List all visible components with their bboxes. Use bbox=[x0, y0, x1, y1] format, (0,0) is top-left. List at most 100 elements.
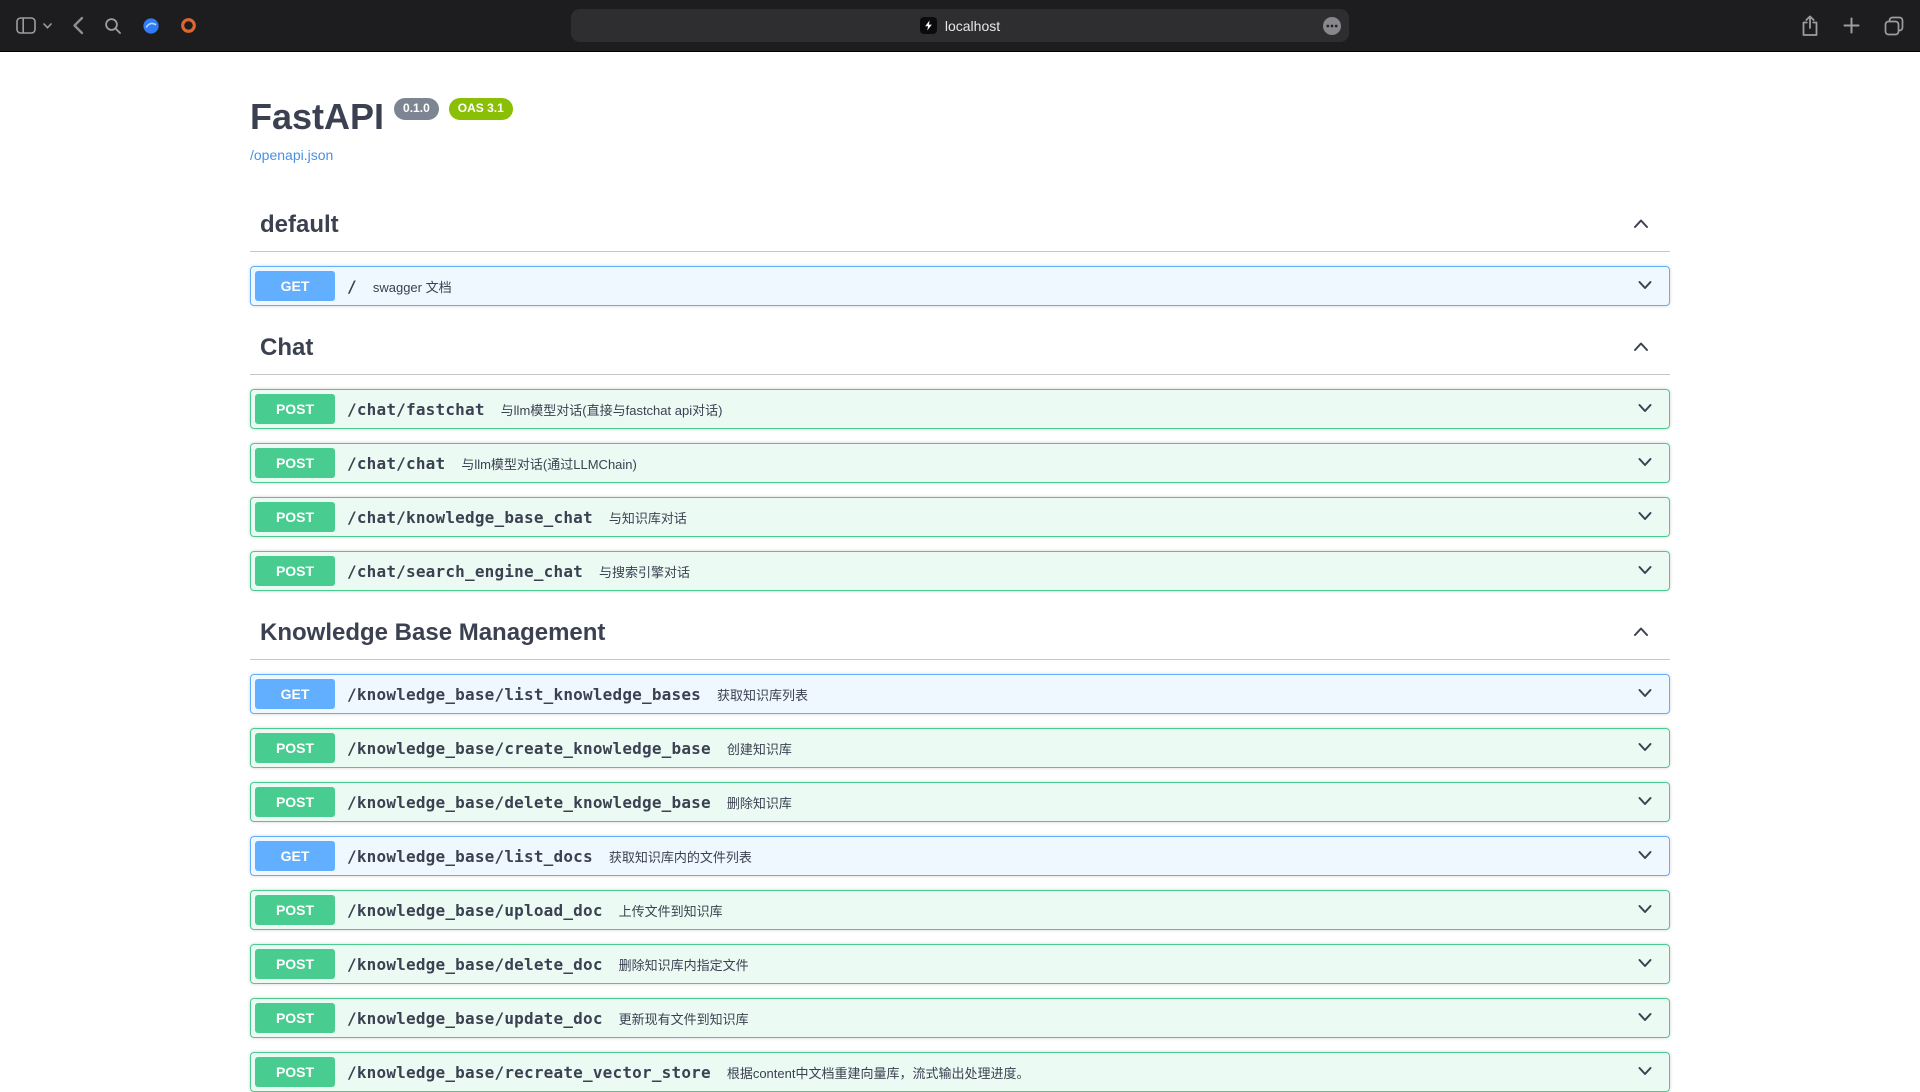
section-title: default bbox=[260, 211, 339, 239]
endpoint-row[interactable]: POST /chat/knowledge_base_chat 与知识库对话 bbox=[250, 497, 1670, 537]
expand-endpoint-button[interactable] bbox=[1635, 953, 1655, 976]
extension-blue-icon[interactable] bbox=[142, 17, 160, 35]
endpoint-row[interactable]: POST /chat/search_engine_chat 与搜索引擎对话 bbox=[250, 551, 1670, 591]
section-rows: GET /knowledge_base/list_knowledge_bases… bbox=[250, 660, 1670, 1092]
endpoint-description: 与llm模型对话(直接与fastchat api对话) bbox=[501, 400, 723, 419]
endpoint-row[interactable]: POST /knowledge_base/delete_knowledge_ba… bbox=[250, 782, 1670, 822]
method-badge: POST bbox=[255, 895, 335, 925]
section-rows: POST /chat/fastchat 与llm模型对话(直接与fastchat… bbox=[250, 375, 1670, 591]
expand-endpoint-button[interactable] bbox=[1635, 1061, 1655, 1084]
api-section: Chat POST /chat/fastchat 与llm模型对话(直接与fas… bbox=[250, 322, 1670, 591]
toolbar-chevron-down-icon[interactable] bbox=[43, 23, 52, 29]
method-badge: POST bbox=[255, 949, 335, 979]
chevron-down-icon bbox=[1635, 1061, 1655, 1084]
expand-endpoint-button[interactable] bbox=[1635, 398, 1655, 421]
endpoint-row[interactable]: POST /knowledge_base/delete_doc 删除知识库内指定… bbox=[250, 944, 1670, 984]
expand-endpoint-button[interactable] bbox=[1635, 506, 1655, 529]
method-badge: POST bbox=[255, 502, 335, 532]
expand-endpoint-button[interactable] bbox=[1635, 845, 1655, 868]
endpoint-path: /knowledge_base/list_knowledge_bases bbox=[347, 685, 701, 704]
endpoint-path: /knowledge_base/create_knowledge_base bbox=[347, 739, 711, 758]
page-title: FastAPI 0.1.0 OAS 3.1 bbox=[250, 96, 1670, 137]
endpoint-row[interactable]: GET / swagger 文档 bbox=[250, 266, 1670, 306]
version-badge: 0.1.0 bbox=[394, 98, 439, 120]
expand-endpoint-button[interactable] bbox=[1635, 452, 1655, 475]
extension-orange-icon[interactable] bbox=[180, 17, 197, 34]
sidebar-toggle-icon[interactable] bbox=[16, 17, 36, 34]
page-settings-ellipsis-icon[interactable] bbox=[1322, 16, 1342, 36]
api-info: FastAPI 0.1.0 OAS 3.1 /openapi.json bbox=[250, 52, 1670, 183]
oas-badge: OAS 3.1 bbox=[449, 98, 513, 120]
endpoint-path: /chat/knowledge_base_chat bbox=[347, 508, 593, 527]
expand-endpoint-button[interactable] bbox=[1635, 683, 1655, 706]
endpoint-description: 更新现有文件到知识库 bbox=[619, 1009, 749, 1028]
chevron-down-icon bbox=[1635, 398, 1655, 421]
collapse-section-button[interactable] bbox=[1630, 213, 1652, 238]
chevron-up-icon bbox=[1630, 213, 1652, 238]
endpoint-row[interactable]: POST /knowledge_base/upload_doc 上传文件到知识库 bbox=[250, 890, 1670, 930]
chevron-down-icon bbox=[1635, 560, 1655, 583]
method-badge: GET bbox=[255, 271, 335, 301]
chevron-down-icon bbox=[1635, 452, 1655, 475]
endpoint-path: /chat/fastchat bbox=[347, 400, 485, 419]
chevron-down-icon bbox=[1635, 791, 1655, 814]
openapi-spec-link[interactable]: /openapi.json bbox=[250, 147, 333, 163]
chevron-down-icon bbox=[1635, 683, 1655, 706]
endpoint-description: 与搜索引擎对话 bbox=[599, 562, 690, 581]
site-favicon bbox=[920, 17, 937, 34]
api-sections: default GET / swagger 文档 Chat bbox=[250, 199, 1670, 1092]
endpoint-row[interactable]: POST /knowledge_base/create_knowledge_ba… bbox=[250, 728, 1670, 768]
section-rows: GET / swagger 文档 bbox=[250, 252, 1670, 306]
method-badge: POST bbox=[255, 394, 335, 424]
expand-endpoint-button[interactable] bbox=[1635, 737, 1655, 760]
method-badge: POST bbox=[255, 1003, 335, 1033]
expand-endpoint-button[interactable] bbox=[1635, 899, 1655, 922]
section-title: Chat bbox=[260, 334, 313, 362]
endpoint-path: /knowledge_base/delete_doc bbox=[347, 955, 603, 974]
method-badge: POST bbox=[255, 1057, 335, 1087]
api-section: default GET / swagger 文档 bbox=[250, 199, 1670, 306]
expand-endpoint-button[interactable] bbox=[1635, 560, 1655, 583]
swagger-page: FastAPI 0.1.0 OAS 3.1 /openapi.json defa… bbox=[230, 52, 1690, 1092]
method-badge: POST bbox=[255, 556, 335, 586]
endpoint-row[interactable]: POST /knowledge_base/recreate_vector_sto… bbox=[250, 1052, 1670, 1092]
back-icon[interactable] bbox=[72, 16, 84, 35]
collapse-section-button[interactable] bbox=[1630, 621, 1652, 646]
endpoint-row[interactable]: POST /knowledge_base/update_doc 更新现有文件到知… bbox=[250, 998, 1670, 1038]
endpoint-description: swagger 文档 bbox=[373, 277, 452, 296]
endpoint-row[interactable]: POST /chat/fastchat 与llm模型对话(直接与fastchat… bbox=[250, 389, 1670, 429]
browser-toolbar: localhost bbox=[0, 0, 1920, 52]
endpoint-row[interactable]: GET /knowledge_base/list_docs 获取知识库内的文件列… bbox=[250, 836, 1670, 876]
chevron-down-icon bbox=[1635, 275, 1655, 298]
chevron-down-icon bbox=[1635, 737, 1655, 760]
expand-endpoint-button[interactable] bbox=[1635, 275, 1655, 298]
chevron-up-icon bbox=[1630, 336, 1652, 361]
endpoint-description: 上传文件到知识库 bbox=[619, 901, 723, 920]
method-badge: POST bbox=[255, 787, 335, 817]
section-header[interactable]: default bbox=[250, 199, 1670, 252]
section-header[interactable]: Knowledge Base Management bbox=[250, 607, 1670, 660]
chevron-down-icon bbox=[1635, 953, 1655, 976]
new-tab-icon[interactable] bbox=[1843, 17, 1860, 34]
method-badge: GET bbox=[255, 679, 335, 709]
address-bar[interactable]: localhost bbox=[571, 9, 1349, 42]
api-section: Knowledge Base Management GET /knowledge… bbox=[250, 607, 1670, 1092]
expand-endpoint-button[interactable] bbox=[1635, 791, 1655, 814]
search-icon[interactable] bbox=[104, 17, 122, 35]
expand-endpoint-button[interactable] bbox=[1635, 1007, 1655, 1030]
chevron-down-icon bbox=[1635, 899, 1655, 922]
chevron-up-icon bbox=[1630, 621, 1652, 646]
method-badge: POST bbox=[255, 448, 335, 478]
section-header[interactable]: Chat bbox=[250, 322, 1670, 375]
chevron-down-icon bbox=[1635, 1007, 1655, 1030]
endpoint-path: / bbox=[347, 277, 357, 296]
endpoint-description: 获取知识库列表 bbox=[717, 685, 808, 704]
collapse-section-button[interactable] bbox=[1630, 336, 1652, 361]
endpoint-description: 删除知识库内指定文件 bbox=[619, 955, 749, 974]
endpoint-path: /knowledge_base/delete_knowledge_base bbox=[347, 793, 711, 812]
endpoint-row[interactable]: GET /knowledge_base/list_knowledge_bases… bbox=[250, 674, 1670, 714]
section-title: Knowledge Base Management bbox=[260, 619, 605, 647]
tab-overview-icon[interactable] bbox=[1884, 16, 1904, 36]
share-icon[interactable] bbox=[1801, 15, 1819, 37]
endpoint-row[interactable]: POST /chat/chat 与llm模型对话(通过LLMChain) bbox=[250, 443, 1670, 483]
